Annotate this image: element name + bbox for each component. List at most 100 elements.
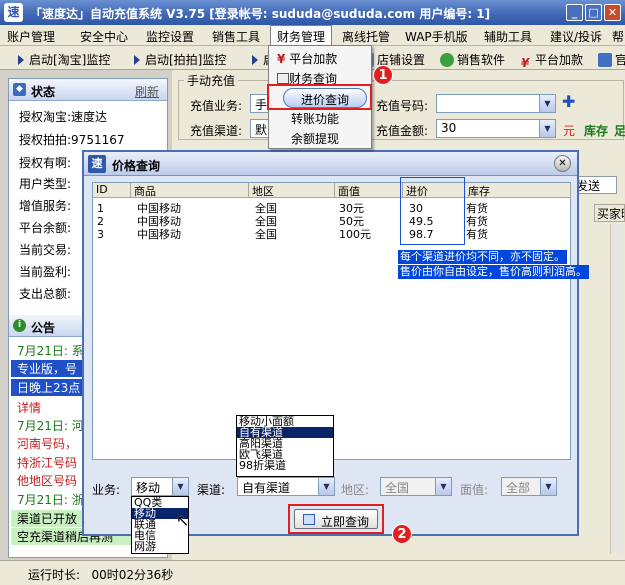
annotation-note: 售价由你自由设定，售价高则利润高。 xyxy=(398,265,589,279)
status-bar: 运行时长: 00时02分36秒 xyxy=(0,560,625,585)
dropdown-arrow-icon: ▼ xyxy=(539,120,555,137)
dropdown-arrow-icon: ▼ xyxy=(539,95,555,112)
biz-label: 业务: xyxy=(92,483,121,497)
start-taobao-monitor-button[interactable]: 启动[淘宝]监控 xyxy=(18,51,110,68)
status-row-service: 增值服务: xyxy=(19,199,72,213)
title-bar: 速 「速度达」自动充值系统 V3.75 [登录帐号: sududa@sududa… xyxy=(0,0,625,25)
menu-bar: 账户管理 安全中心 监控设置 销售工具 财务管理 离线托管 WAP手机版 辅助工… xyxy=(0,25,625,46)
menu-item-transfer[interactable]: 转账功能 xyxy=(287,108,381,128)
dropdown-arrow-icon: ▼ xyxy=(540,478,556,495)
status-header: ◆ 状态 刷新 xyxy=(9,79,167,101)
notice-icon: i xyxy=(13,319,26,332)
channel-select[interactable]: 自有渠道 ▼ xyxy=(237,477,335,496)
status-row-trades: 当前交易: xyxy=(19,243,72,257)
dialog-title-bar: 速 价格查询 ✕ xyxy=(84,152,577,176)
cost-price-highlight xyxy=(400,177,465,245)
start-paipai-monitor-button[interactable]: 启动[拍拍]监控 xyxy=(134,51,226,68)
notice-details-link[interactable]: 详情 xyxy=(17,399,41,416)
scrollbar[interactable] xyxy=(610,224,624,554)
status-row-taobao: 授权淘宝:速度达 xyxy=(19,110,108,124)
price-query-dialog: 速 价格查询 ✕ ID 商品 地区 面值 进价 库存 1 中国移动 全国 30元… xyxy=(82,150,589,554)
status-icon: ◆ xyxy=(13,83,26,96)
table-cell: 2 xyxy=(97,215,104,228)
table-cell: 100元 xyxy=(339,228,371,241)
topup-amount-label: 充值金额: xyxy=(376,124,429,138)
status-row-paipai: 授权拍拍:9751167 xyxy=(19,133,125,147)
table-cell: 30元 xyxy=(339,202,364,215)
status-title: 状态 xyxy=(31,85,56,99)
sales-software-button[interactable]: 销售软件 xyxy=(440,51,505,68)
buyer-nick-column: 买家昵 xyxy=(594,204,625,222)
menu-monitor[interactable]: 监控设置 xyxy=(146,28,194,45)
yen-icon: ¥ xyxy=(277,52,286,66)
platform-topup-button[interactable]: ¥ 平台加款 xyxy=(518,51,583,70)
callout-badge-1: 1 xyxy=(373,65,393,85)
notice-line: 7月21日: 系 xyxy=(17,344,84,358)
close-button[interactable]: ✕ xyxy=(604,4,621,21)
notice-title: 公告 xyxy=(31,321,56,335)
status-row-profit: 当前盈利: xyxy=(19,265,72,279)
menu-offline[interactable]: 离线托管 xyxy=(342,28,390,45)
menu-account[interactable]: 账户管理 xyxy=(7,28,55,45)
play-icon xyxy=(18,55,24,65)
region-label: 地区: xyxy=(341,483,370,497)
notice-line: 河南号码， xyxy=(17,437,78,451)
menu-tools[interactable]: 辅助工具 xyxy=(484,28,532,45)
play-icon xyxy=(252,55,258,65)
topup-channel-label: 充值渠道: xyxy=(190,124,243,138)
biz-select[interactable]: 移动 ▼ xyxy=(131,477,189,496)
menu-sales-tools[interactable]: 销售工具 xyxy=(212,28,260,45)
highlight-ring xyxy=(267,84,372,110)
status-row-balance: 平台余额: xyxy=(19,221,72,235)
table-cell: 有货 xyxy=(466,228,488,241)
mouse-cursor-icon: ↖ xyxy=(176,511,190,530)
minimize-button[interactable]: _ xyxy=(566,4,583,21)
topup-number-label: 充值号码: xyxy=(376,99,429,113)
table-cell: 中国移动 xyxy=(137,202,181,215)
status-row-expense: 支出总额: xyxy=(19,287,72,301)
face-value-select[interactable]: 全部 ▼ xyxy=(501,477,557,496)
table-cell: 全国 xyxy=(255,202,277,215)
channel-options-list: 移动小面额 自有渠道 高阳渠道 欧飞渠道 98折渠道 xyxy=(236,415,334,477)
menu-item-withdraw[interactable]: 余额提现 xyxy=(287,128,381,148)
notice-line: 他地区号码 xyxy=(17,474,78,488)
dialog-close-icon[interactable]: ✕ xyxy=(554,155,571,172)
yen-icon: ¥ xyxy=(520,56,530,70)
play-icon xyxy=(134,55,140,65)
menu-wap[interactable]: WAP手机版 xyxy=(405,28,468,45)
notice-line: 7月21日: 浙 xyxy=(17,493,84,507)
menu-finance[interactable]: 财务管理 xyxy=(270,25,333,46)
menu-item-platform-topup[interactable]: ¥ 平台加款 xyxy=(273,48,367,68)
region-select[interactable]: 全国 ▼ xyxy=(380,477,452,496)
table-cell: 有货 xyxy=(466,202,488,215)
table-cell: 有货 xyxy=(466,215,488,228)
table-cell: 中国移动 xyxy=(137,215,181,228)
topup-number-input[interactable]: ▼ xyxy=(436,94,556,113)
refresh-link[interactable]: 刷新 xyxy=(135,83,159,100)
table-cell: 1 xyxy=(97,202,104,215)
col-region: 地区 xyxy=(249,183,335,198)
status-row-usertype: 用户类型: xyxy=(19,177,72,191)
search-icon xyxy=(303,514,315,525)
channel-option[interactable]: 98折渠道 xyxy=(237,460,333,471)
face-value-label: 面值: xyxy=(460,483,489,497)
amount-unit: 元 xyxy=(563,124,576,138)
manual-topup-title: 手动充值 xyxy=(184,72,239,89)
menu-security[interactable]: 安全中心 xyxy=(80,28,128,45)
query-now-button[interactable]: 立即查询 xyxy=(294,509,378,529)
window-title: 「速度达」自动充值系统 V3.75 [登录帐号: sududa@sududa.c… xyxy=(30,7,491,21)
home-icon xyxy=(598,53,612,67)
add-number-icon[interactable]: ✚ xyxy=(562,92,575,111)
biz-option[interactable]: 网游 xyxy=(132,541,188,552)
maximize-button[interactable]: □ xyxy=(585,4,602,21)
table-cell: 3 xyxy=(97,228,104,241)
dropdown-arrow-icon: ▼ xyxy=(172,478,188,495)
dialog-title: 价格查询 xyxy=(112,159,161,173)
app-logo-icon: 速 xyxy=(4,3,23,22)
dropdown-arrow-icon: ▼ xyxy=(318,478,334,495)
menu-feedback[interactable]: 建议/投诉 xyxy=(550,28,602,45)
stock-label: 库存 xyxy=(584,124,609,138)
menu-help[interactable]: 帮 xyxy=(612,28,624,45)
official-button[interactable]: 官 xyxy=(598,51,625,68)
topup-amount-select[interactable]: 30 ▼ xyxy=(436,119,556,138)
